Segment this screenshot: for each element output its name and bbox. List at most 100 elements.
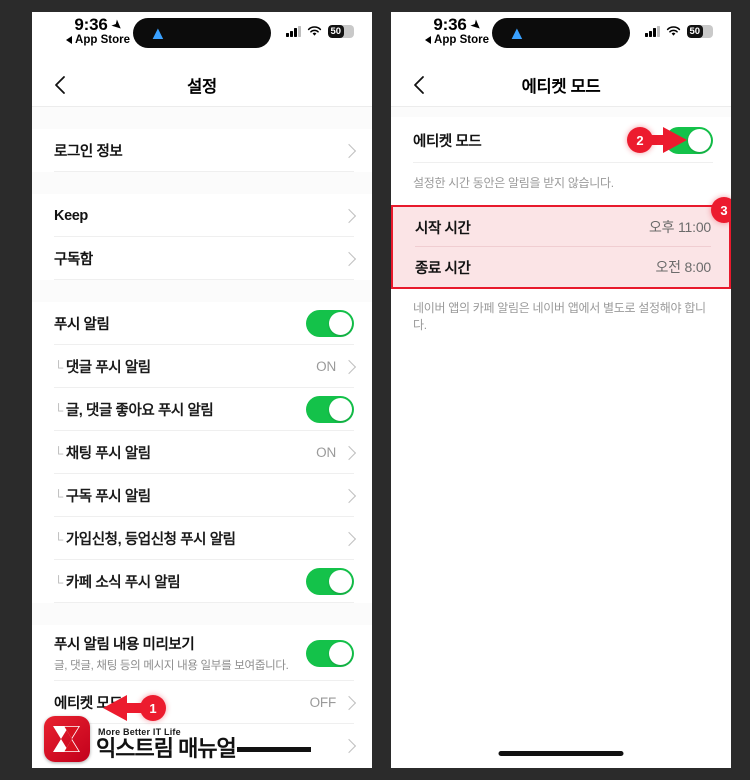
cellular-bars-icon xyxy=(286,26,301,37)
row-label: 구독함 xyxy=(54,252,93,268)
back-app-name: App Store xyxy=(75,34,130,46)
row-value: 오전 8:00 xyxy=(655,259,712,275)
watermark-text: More Better IT Life 익스트림 매뉴얼 xyxy=(96,727,311,760)
back-triangle-icon xyxy=(425,35,432,44)
row-label: 푸시 알림 내용 미리보기 xyxy=(54,637,195,653)
watermark-rule xyxy=(236,747,311,752)
settings-list: 로그인 정보 Keep 구독함 푸시 알림 └ 댓글 푸시 알림 ON └ 글,… xyxy=(32,107,372,767)
back-to-app-label[interactable]: App Store xyxy=(411,34,503,46)
page-title: 에티켓 모드 xyxy=(521,78,601,96)
chevron-right-icon xyxy=(341,445,357,460)
row-chat-push[interactable]: └ 채팅 푸시 알림 ON xyxy=(32,431,372,474)
sub-item-tick-icon: └ xyxy=(54,575,63,590)
wifi-icon xyxy=(307,26,322,37)
cellular-bars-icon xyxy=(645,26,660,37)
row-label: └ 채팅 푸시 알림 xyxy=(54,446,151,462)
chevron-right-icon xyxy=(341,488,357,503)
section-gap xyxy=(32,280,372,302)
row-label: └ 카페 소식 푸시 알림 xyxy=(54,575,181,591)
row-value: ON xyxy=(316,445,336,460)
status-bar-right: 9:36➤ App Store ▲ 50 xyxy=(391,12,731,64)
etiquette-footnote: 네이버 앱의 카페 알림은 네이버 앱에서 별도로 설정해야 합니다. xyxy=(391,289,731,347)
row-label: 로그인 정보 xyxy=(54,144,123,160)
left-phone-screenshot: 9:36➤ App Store ▲ 50 설정 로그인 정보 Keep 구독함 … xyxy=(32,12,372,768)
nav-bar-left: 설정 xyxy=(32,64,372,106)
row-value: 오후 11:00 xyxy=(648,219,711,235)
back-app-name: App Store xyxy=(434,34,489,46)
row-value: ON xyxy=(316,359,336,374)
battery-icon: 50 xyxy=(687,25,713,38)
dynamic-island: ▲ xyxy=(133,18,271,48)
location-arrow-icon: ➤ xyxy=(467,15,486,35)
sub-item-tick-icon: └ xyxy=(54,489,63,504)
status-time: 9:36 xyxy=(74,15,108,34)
row-text-stack: 푸시 알림 내용 미리보기 글, 댓글, 채팅 등의 메시지 내용 일부를 보여… xyxy=(54,633,306,673)
status-right-cluster: 50 xyxy=(286,25,354,38)
row-start-time[interactable]: 시작 시간 오후 11:00 xyxy=(393,207,729,247)
back-button[interactable] xyxy=(50,74,72,96)
chevron-right-icon xyxy=(341,359,357,374)
etiquette-description: 설정한 시간 동안은 알림을 받지 않습니다. xyxy=(391,163,731,205)
status-right-cluster: 50 xyxy=(645,25,713,38)
back-to-app-label[interactable]: App Store xyxy=(52,34,144,46)
row-label: └ 구독 푸시 알림 xyxy=(54,489,151,505)
row-label: 푸시 알림 xyxy=(54,317,110,333)
back-button[interactable] xyxy=(409,74,431,96)
battery-percent: 50 xyxy=(689,26,701,37)
row-label: └ 글, 댓글 좋아요 푸시 알림 xyxy=(54,403,214,419)
status-bar-left: 9:36➤ App Store ▲ 50 xyxy=(32,12,372,64)
section-gap xyxy=(32,172,372,194)
row-login-info[interactable]: 로그인 정보 xyxy=(32,129,372,172)
status-left-cluster: 9:36➤ App Store xyxy=(52,15,144,46)
navigation-arrow-icon: ▲ xyxy=(149,23,167,43)
status-left-cluster: 9:36➤ App Store xyxy=(411,15,503,46)
back-triangle-icon xyxy=(66,35,73,44)
row-comment-push[interactable]: └ 댓글 푸시 알림 ON xyxy=(32,345,372,388)
sub-item-tick-icon: └ xyxy=(54,360,63,375)
row-join-request-push[interactable]: └ 가입신청, 등업신청 푸시 알림 xyxy=(32,517,372,560)
row-end-time[interactable]: 종료 시간 오전 8:00 xyxy=(393,247,729,287)
chevron-right-icon xyxy=(341,531,357,546)
annotation-badge-2: 2 xyxy=(627,127,653,153)
page-title: 설정 xyxy=(187,78,217,96)
push-preview-toggle[interactable] xyxy=(306,639,354,667)
row-label: 종료 시간 xyxy=(415,260,471,277)
row-keep[interactable]: Keep xyxy=(32,194,372,237)
nav-bar-right: 에티켓 모드 xyxy=(391,64,731,106)
battery-percent: 50 xyxy=(330,26,342,37)
chevron-right-icon xyxy=(341,251,357,266)
row-value: OFF xyxy=(309,695,337,710)
row-cafe-news-push[interactable]: └ 카페 소식 푸시 알림 xyxy=(32,560,372,603)
push-notification-toggle[interactable] xyxy=(306,310,354,337)
wifi-icon xyxy=(666,26,681,37)
home-indicator xyxy=(498,751,624,756)
row-label: 에티켓 모드 xyxy=(54,696,123,712)
time-settings-highlight: 시작 시간 오후 11:00 종료 시간 오전 8:00 xyxy=(391,205,731,289)
screenshot-stage: 9:36➤ App Store ▲ 50 설정 로그인 정보 Keep 구독함 … xyxy=(0,0,750,780)
row-like-push[interactable]: └ 글, 댓글 좋아요 푸시 알림 xyxy=(32,388,372,431)
sub-item-tick-icon: └ xyxy=(54,403,63,418)
row-description: 글, 댓글, 채팅 등의 메시지 내용 일부를 보여줍니다. xyxy=(54,660,289,672)
row-push-preview[interactable]: 푸시 알림 내용 미리보기 글, 댓글, 채팅 등의 메시지 내용 일부를 보여… xyxy=(32,625,372,681)
like-push-toggle[interactable] xyxy=(306,396,354,423)
section-gap xyxy=(32,603,372,625)
sub-item-tick-icon: └ xyxy=(54,532,63,547)
location-arrow-icon: ➤ xyxy=(108,15,127,35)
chevron-right-icon xyxy=(341,695,357,710)
annotation-badge-3: 3 xyxy=(711,197,731,223)
row-subscribe-push[interactable]: └ 구독 푸시 알림 xyxy=(32,474,372,517)
row-subscriptions[interactable]: 구독함 xyxy=(32,237,372,280)
extreme-manual-logo-icon xyxy=(44,716,90,762)
right-phone-screenshot: 9:36➤ App Store ▲ 50 에티켓 모드 에티켓 모드 설정한 시… xyxy=(391,12,731,768)
cafe-news-push-toggle[interactable] xyxy=(306,568,354,595)
status-time: 9:36 xyxy=(433,15,467,34)
chevron-right-icon xyxy=(341,208,357,223)
watermark-name: 익스트림 매뉴얼 xyxy=(96,738,311,760)
row-label: Keep xyxy=(54,207,88,224)
chevron-right-icon xyxy=(341,738,357,753)
section-gap xyxy=(391,107,731,117)
navigation-arrow-icon: ▲ xyxy=(508,23,526,43)
row-push-notification[interactable]: 푸시 알림 xyxy=(32,302,372,345)
battery-icon: 50 xyxy=(328,25,354,38)
chevron-right-icon xyxy=(341,143,357,158)
